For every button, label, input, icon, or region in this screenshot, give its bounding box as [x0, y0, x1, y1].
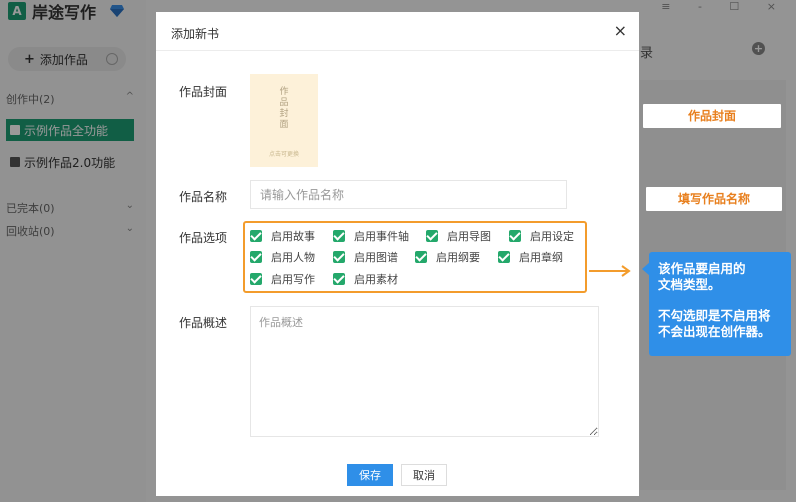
name-label: 作品名称	[179, 190, 228, 204]
dialog-title: 添加新书	[171, 27, 220, 41]
work-name-input[interactable]	[250, 180, 567, 209]
callout-options-line2: 文档类型。	[658, 277, 721, 292]
checkbox-checked-icon	[333, 230, 345, 242]
cover-label: 作品封面	[179, 85, 228, 99]
checkbox-checked-icon	[498, 251, 510, 263]
add-book-dialog: 添加新书 × 作品封面 作 品 封 面 点击可更换 作品名称 作品选项 启用故事…	[156, 12, 639, 496]
desc-label: 作品概述	[179, 316, 228, 330]
cancel-button[interactable]: 取消	[401, 464, 447, 486]
callout-name: 填写作品名称	[646, 187, 782, 211]
option-label: 启用素材	[354, 273, 398, 286]
option-mindmap-checkbox[interactable]: 启用导图	[426, 228, 491, 244]
option-label: 启用故事	[271, 230, 315, 243]
option-material-checkbox[interactable]: 启用素材	[333, 271, 398, 287]
option-label: 启用导图	[447, 230, 491, 243]
option-setting-checkbox[interactable]: 启用设定	[509, 228, 574, 244]
checkbox-checked-icon	[415, 251, 427, 263]
option-label: 启用图谱	[354, 251, 398, 264]
cover-char: 封	[279, 109, 289, 119]
option-label: 启用人物	[271, 251, 315, 264]
option-label: 启用章纲	[519, 251, 563, 264]
checkbox-checked-icon	[250, 251, 262, 263]
close-icon[interactable]: ×	[614, 21, 627, 40]
save-button[interactable]: 保存	[347, 464, 393, 486]
work-description-textarea[interactable]	[250, 306, 599, 437]
cover-hint: 点击可更换	[268, 151, 299, 158]
callout-options-line1: 该作品要启用的	[658, 261, 746, 276]
option-character-checkbox[interactable]: 启用人物	[250, 249, 315, 265]
cover-char: 作	[279, 87, 289, 97]
option-label: 启用纲要	[436, 251, 480, 264]
option-outline-checkbox[interactable]: 启用纲要	[415, 249, 480, 265]
arrow-right-icon	[589, 265, 631, 277]
callout-options-line4: 不会出现在创作器。	[658, 324, 771, 339]
checkbox-checked-icon	[250, 230, 262, 242]
cover-text: 作 品 封 面	[250, 87, 318, 131]
checkbox-checked-icon	[333, 273, 345, 285]
checkbox-checked-icon	[509, 230, 521, 242]
option-timeline-checkbox[interactable]: 启用事件轴	[333, 228, 409, 244]
callout-options: 该作品要启用的 文档类型。 不勾选即是不启用将 不会出现在创作器。	[649, 252, 791, 356]
option-story-checkbox[interactable]: 启用故事	[250, 228, 315, 244]
option-writing-checkbox[interactable]: 启用写作	[250, 271, 315, 287]
cover-char: 品	[279, 98, 289, 108]
checkbox-checked-icon	[333, 251, 345, 263]
option-label: 启用事件轴	[354, 230, 409, 243]
callout-cover: 作品封面	[643, 104, 781, 128]
option-chapter-outline-checkbox[interactable]: 启用章纲	[498, 249, 563, 265]
dialog-header: 添加新书 ×	[156, 12, 639, 51]
option-label: 启用写作	[271, 273, 315, 286]
option-graph-checkbox[interactable]: 启用图谱	[333, 249, 398, 265]
checkbox-checked-icon	[426, 230, 438, 242]
callout-options-line3: 不勾选即是不启用将	[658, 308, 771, 323]
cover-image[interactable]: 作 品 封 面 点击可更换	[250, 74, 318, 167]
options-label: 作品选项	[179, 231, 228, 245]
options-group: 启用故事 启用事件轴 启用导图 启用设定 启用人物 启用图谱 启用纲要 启用章纲…	[243, 221, 587, 293]
option-label: 启用设定	[530, 230, 574, 243]
cover-char: 面	[279, 120, 289, 130]
checkbox-checked-icon	[250, 273, 262, 285]
